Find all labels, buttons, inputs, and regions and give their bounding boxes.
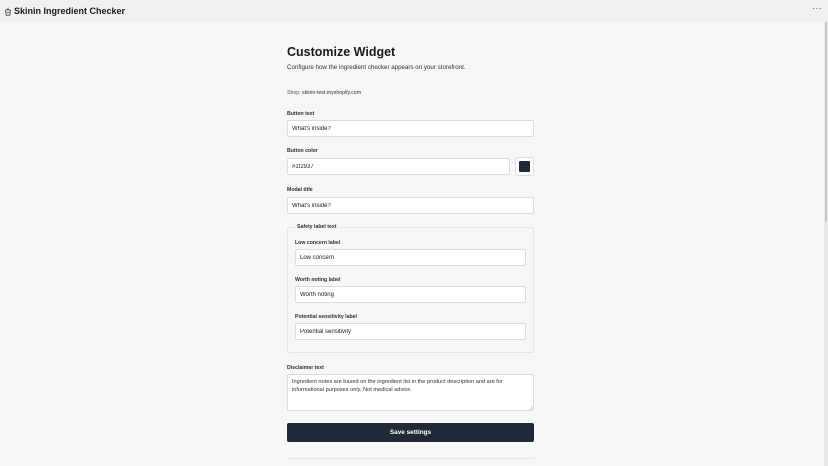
scrollbar[interactable] <box>824 22 828 466</box>
page-subtitle: Configure how the ingredient checker app… <box>287 64 466 71</box>
app-logo-icon <box>4 6 12 16</box>
disclaimer-textarea[interactable]: Ingredient notes are based on the ingred… <box>287 374 534 411</box>
more-menu-icon[interactable]: ··· <box>812 4 822 14</box>
button-color-input[interactable] <box>287 158 510 175</box>
shop-domain: skinin-test.myshopify.com <box>302 90 362 96</box>
shop-info: Shop: skinin-test.myshopify.com <box>287 90 361 96</box>
shop-prefix: Shop: <box>287 90 301 96</box>
worth-noting-label: Worth noting label <box>295 277 341 283</box>
low-concern-label: Low concern label <box>295 240 341 246</box>
modal-title-input[interactable] <box>287 197 534 214</box>
next-section-edge <box>287 458 534 466</box>
app-title: Skinin Ingredient Checker <box>14 6 126 16</box>
worth-noting-input[interactable] <box>295 286 526 303</box>
app-header: Skinin Ingredient Checker <box>0 0 828 22</box>
low-concern-input[interactable] <box>295 249 526 266</box>
safety-label-legend: Safety label text <box>295 224 339 230</box>
save-settings-button[interactable]: Save settings <box>287 423 534 442</box>
disclaimer-label: Disclaimer text <box>287 365 324 371</box>
scrollbar-thumb[interactable] <box>825 22 827 222</box>
button-color-label: Button color <box>287 148 318 154</box>
potential-sensitivity-input[interactable] <box>295 323 526 340</box>
color-swatch <box>519 161 530 172</box>
potential-sensitivity-label: Potential sensitivity label <box>295 314 357 320</box>
button-text-label: Button text <box>287 111 315 117</box>
resize-grip-icon[interactable] <box>529 406 533 410</box>
button-text-input[interactable] <box>287 120 534 137</box>
color-picker-button[interactable] <box>515 157 534 176</box>
page-title: Customize Widget <box>287 45 396 59</box>
modal-title-label: Modal title <box>287 187 313 193</box>
